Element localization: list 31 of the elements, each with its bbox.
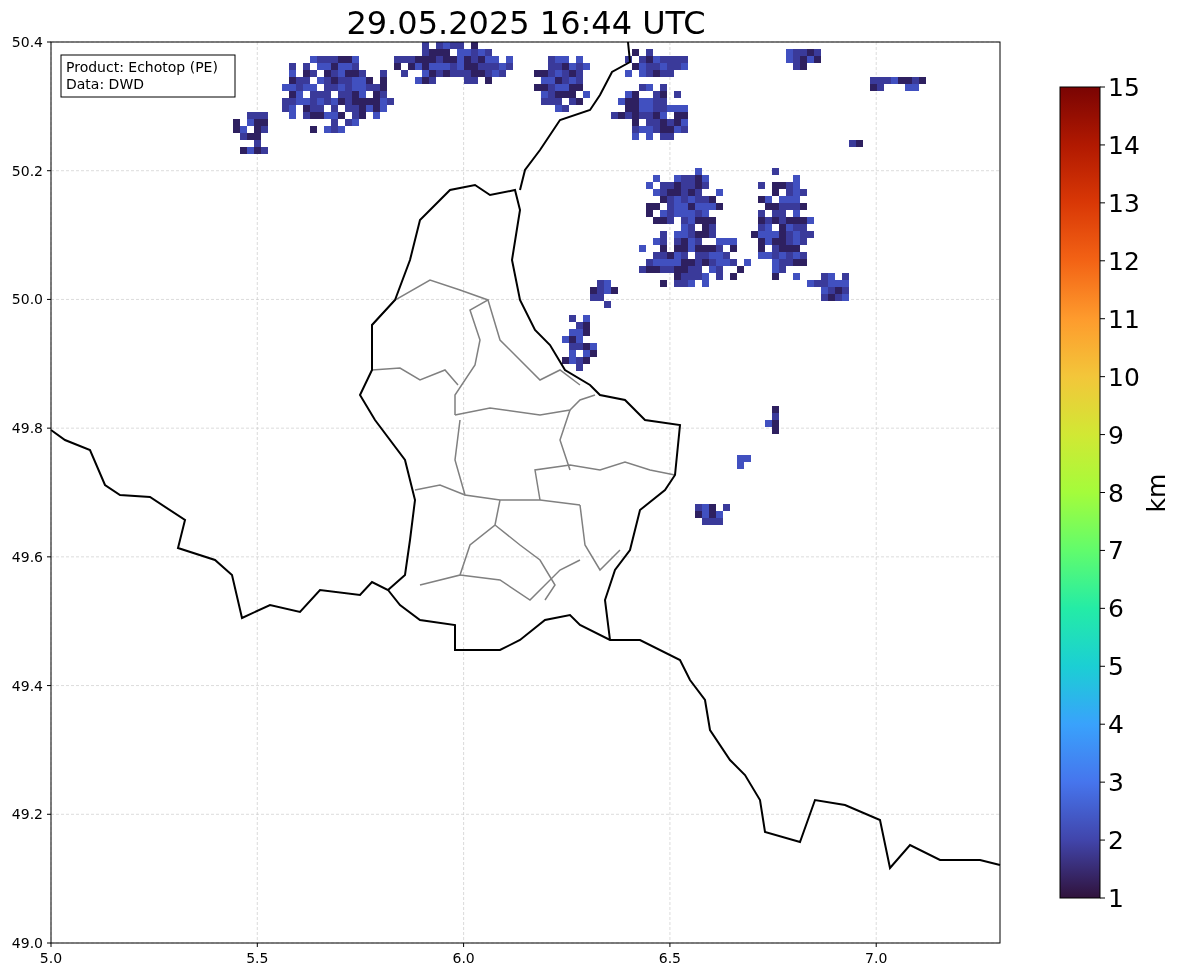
colorbar-tick-label: 14 bbox=[1108, 130, 1140, 160]
x-tick-label: 7.0 bbox=[865, 950, 888, 966]
x-tick-label: 5.5 bbox=[246, 950, 269, 966]
x-tick-label: 6.5 bbox=[658, 950, 682, 966]
colorbar-tick-label: 13 bbox=[1108, 188, 1140, 218]
chart-title: 29.05.2025 16:44 UTC bbox=[346, 4, 706, 42]
colorbar-tick-label: 12 bbox=[1108, 246, 1140, 276]
info-box: Product: Echotop (PE) Data: DWD bbox=[60, 54, 236, 98]
x-tick-label: 5.0 bbox=[39, 950, 63, 966]
colorbar-tick-label: 8 bbox=[1108, 478, 1124, 508]
colorbar-label: km bbox=[1142, 473, 1171, 513]
colorbar-tick-label: 11 bbox=[1108, 304, 1140, 334]
colorbar-tick-label: 4 bbox=[1108, 710, 1124, 740]
y-tick-label: 49.2 bbox=[11, 806, 43, 823]
colorbar-tick-label: 15 bbox=[1108, 73, 1140, 102]
colorbar-tick-label: 1 bbox=[1108, 884, 1124, 913]
x-tick-label: 6.0 bbox=[452, 950, 475, 966]
y-tick-label: 49.6 bbox=[11, 548, 43, 565]
colorbar-tick-label: 7 bbox=[1108, 536, 1124, 566]
y-tick-label: 50.2 bbox=[11, 162, 43, 179]
colorbar-tick-label: 2 bbox=[1108, 826, 1124, 856]
colorbar-tick-label: 9 bbox=[1108, 420, 1124, 450]
colorbar-tick-label: 6 bbox=[1108, 594, 1124, 624]
y-tick-label: 50.4 bbox=[11, 34, 43, 50]
colorbar-tick-label: 5 bbox=[1108, 652, 1124, 682]
y-tick-label: 49.4 bbox=[11, 677, 43, 694]
y-tick-label: 50.0 bbox=[11, 291, 43, 308]
colorbar-tick-label: 10 bbox=[1108, 362, 1140, 392]
y-tick-label: 49.8 bbox=[11, 420, 43, 437]
colorbar-tick-label: 3 bbox=[1108, 768, 1124, 798]
y-tick-label: 49.0 bbox=[11, 935, 43, 951]
